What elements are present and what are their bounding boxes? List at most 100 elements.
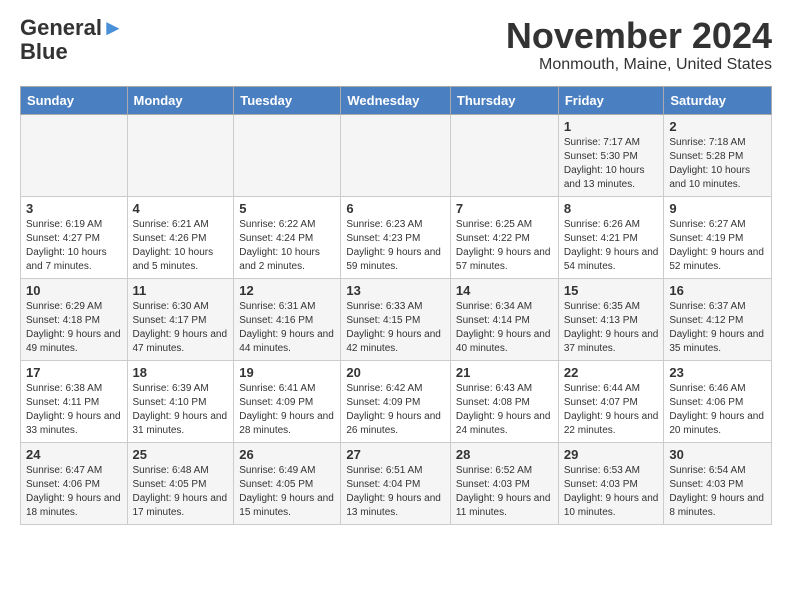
cell-detail: Sunrise: 6:47 AM Sunset: 4:06 PM Dayligh… (26, 464, 122, 520)
cell-detail: Sunrise: 6:19 AM Sunset: 4:27 PM Dayligh… (26, 218, 122, 274)
calendar-cell: 2 Sunrise: 7:18 AM Sunset: 5:28 PM Daylig… (664, 114, 772, 196)
cell-day-number: 3 (26, 201, 122, 216)
calendar-cell: 13Sunrise: 6:33 AM Sunset: 4:15 PM Dayli… (341, 278, 451, 360)
cell-day-number: 14 (456, 283, 553, 298)
cell-day-number: 9 (669, 201, 766, 216)
cell-day-number: 8 (564, 201, 659, 216)
cell-detail: Sunrise: 6:49 AM Sunset: 4:05 PM Dayligh… (239, 464, 335, 520)
calendar-cell: 29Sunrise: 6:53 AM Sunset: 4:03 PM Dayli… (558, 442, 664, 524)
cell-day-number: 19 (239, 365, 335, 380)
calendar-cell: 28Sunrise: 6:52 AM Sunset: 4:03 PM Dayli… (450, 442, 558, 524)
page-subtitle: Monmouth, Maine, United States (506, 56, 772, 74)
calendar-cell (234, 114, 341, 196)
page-header: General► Blue November 2024 Monmouth, Ma… (20, 16, 772, 74)
calendar-cell: 11 Sunrise: 6:30 AM Sunset: 4:17 PM Dayli… (127, 278, 234, 360)
cell-detail: Sunrise: 6:37 AM Sunset: 4:12 PM Dayligh… (669, 300, 766, 356)
calendar-day-header: Friday (558, 86, 664, 114)
cell-day-number: 4 (133, 201, 229, 216)
cell-detail: Sunrise: 7:17 AM Sunset: 5:30 PM Dayligh… (564, 136, 659, 192)
calendar-week-row: 1 Sunrise: 7:17 AM Sunset: 5:30 PM Daylig… (21, 114, 772, 196)
cell-detail: Sunrise: 6:41 AM Sunset: 4:09 PM Dayligh… (239, 382, 335, 438)
cell-detail: Sunrise: 6:52 AM Sunset: 4:03 PM Dayligh… (456, 464, 553, 520)
calendar-cell (450, 114, 558, 196)
cell-detail: Sunrise: 6:25 AM Sunset: 4:22 PM Dayligh… (456, 218, 553, 274)
calendar-day-header: Sunday (21, 86, 128, 114)
cell-detail: Sunrise: 6:31 AM Sunset: 4:16 PM Dayligh… (239, 300, 335, 356)
cell-day-number: 25 (133, 447, 229, 462)
calendar-cell: 16 Sunrise: 6:37 AM Sunset: 4:12 PM Dayli… (664, 278, 772, 360)
cell-detail: Sunrise: 6:29 AM Sunset: 4:18 PM Dayligh… (26, 300, 122, 356)
calendar-cell: 24 Sunrise: 6:47 AM Sunset: 4:06 PM Dayli… (21, 442, 128, 524)
cell-day-number: 13 (346, 283, 445, 298)
cell-day-number: 23 (669, 365, 766, 380)
calendar-week-row: 24 Sunrise: 6:47 AM Sunset: 4:06 PM Dayli… (21, 442, 772, 524)
calendar-week-row: 10 Sunrise: 6:29 AM Sunset: 4:18 PM Dayli… (21, 278, 772, 360)
calendar-cell: 5 Sunrise: 6:22 AM Sunset: 4:24 PM Daylig… (234, 196, 341, 278)
calendar-cell: 15 Sunrise: 6:35 AM Sunset: 4:13 PM Dayli… (558, 278, 664, 360)
calendar-header: SundayMondayTuesdayWednesdayThursdayFrid… (21, 86, 772, 114)
calendar-cell: 21 Sunrise: 6:43 AM Sunset: 4:08 PM Dayli… (450, 360, 558, 442)
calendar-cell: 4 Sunrise: 6:21 AM Sunset: 4:26 PM Daylig… (127, 196, 234, 278)
cell-detail: Sunrise: 6:23 AM Sunset: 4:23 PM Dayligh… (346, 218, 445, 274)
logo-blue-text: Blue (20, 40, 68, 64)
calendar-cell: 27Sunrise: 6:51 AM Sunset: 4:04 PM Dayli… (341, 442, 451, 524)
calendar-week-row: 3 Sunrise: 6:19 AM Sunset: 4:27 PM Daylig… (21, 196, 772, 278)
calendar-cell (341, 114, 451, 196)
cell-detail: Sunrise: 6:54 AM Sunset: 4:03 PM Dayligh… (669, 464, 766, 520)
cell-day-number: 2 (669, 119, 766, 134)
cell-day-number: 29 (564, 447, 659, 462)
calendar-cell: 9Sunrise: 6:27 AM Sunset: 4:19 PM Daylig… (664, 196, 772, 278)
calendar-cell: 19 Sunrise: 6:41 AM Sunset: 4:09 PM Dayli… (234, 360, 341, 442)
cell-day-number: 21 (456, 365, 553, 380)
calendar-cell: 3 Sunrise: 6:19 AM Sunset: 4:27 PM Daylig… (21, 196, 128, 278)
cell-day-number: 17 (26, 365, 122, 380)
calendar-cell: 14 Sunrise: 6:34 AM Sunset: 4:14 PM Dayli… (450, 278, 558, 360)
calendar-cell: 7 Sunrise: 6:25 AM Sunset: 4:22 PM Daylig… (450, 196, 558, 278)
cell-detail: Sunrise: 6:34 AM Sunset: 4:14 PM Dayligh… (456, 300, 553, 356)
cell-day-number: 6 (346, 201, 445, 216)
calendar-cell: 6 Sunrise: 6:23 AM Sunset: 4:23 PM Daylig… (341, 196, 451, 278)
cell-detail: Sunrise: 7:18 AM Sunset: 5:28 PM Dayligh… (669, 136, 766, 192)
logo-text: General► (20, 16, 124, 40)
title-block: November 2024 Monmouth, Maine, United St… (506, 16, 772, 74)
cell-detail: Sunrise: 6:21 AM Sunset: 4:26 PM Dayligh… (133, 218, 229, 274)
calendar-cell: 23 Sunrise: 6:46 AM Sunset: 4:06 PM Dayli… (664, 360, 772, 442)
cell-day-number: 16 (669, 283, 766, 298)
calendar-cell (21, 114, 128, 196)
cell-day-number: 7 (456, 201, 553, 216)
calendar-cell: 8 Sunrise: 6:26 AM Sunset: 4:21 PM Daylig… (558, 196, 664, 278)
cell-day-number: 11 (133, 283, 229, 298)
cell-detail: Sunrise: 6:30 AM Sunset: 4:17 PM Dayligh… (133, 300, 229, 356)
cell-day-number: 20 (346, 365, 445, 380)
cell-detail: Sunrise: 6:42 AM Sunset: 4:09 PM Dayligh… (346, 382, 445, 438)
cell-detail: Sunrise: 6:46 AM Sunset: 4:06 PM Dayligh… (669, 382, 766, 438)
cell-day-number: 24 (26, 447, 122, 462)
calendar-cell (127, 114, 234, 196)
cell-detail: Sunrise: 6:38 AM Sunset: 4:11 PM Dayligh… (26, 382, 122, 438)
cell-day-number: 1 (564, 119, 659, 134)
logo: General► Blue (20, 16, 124, 64)
cell-day-number: 22 (564, 365, 659, 380)
cell-detail: Sunrise: 6:35 AM Sunset: 4:13 PM Dayligh… (564, 300, 659, 356)
cell-detail: Sunrise: 6:22 AM Sunset: 4:24 PM Dayligh… (239, 218, 335, 274)
calendar-day-header: Wednesday (341, 86, 451, 114)
cell-day-number: 10 (26, 283, 122, 298)
calendar-week-row: 17 Sunrise: 6:38 AM Sunset: 4:11 PM Dayli… (21, 360, 772, 442)
calendar-day-header: Monday (127, 86, 234, 114)
calendar-day-header: Saturday (664, 86, 772, 114)
calendar-body: 1 Sunrise: 7:17 AM Sunset: 5:30 PM Daylig… (21, 114, 772, 524)
calendar-cell: 12Sunrise: 6:31 AM Sunset: 4:16 PM Dayli… (234, 278, 341, 360)
calendar-cell: 30Sunrise: 6:54 AM Sunset: 4:03 PM Dayli… (664, 442, 772, 524)
cell-day-number: 5 (239, 201, 335, 216)
cell-detail: Sunrise: 6:43 AM Sunset: 4:08 PM Dayligh… (456, 382, 553, 438)
calendar-cell: 17 Sunrise: 6:38 AM Sunset: 4:11 PM Dayli… (21, 360, 128, 442)
calendar-cell: 18Sunrise: 6:39 AM Sunset: 4:10 PM Dayli… (127, 360, 234, 442)
calendar-cell: 20 Sunrise: 6:42 AM Sunset: 4:09 PM Dayli… (341, 360, 451, 442)
calendar-header-row: SundayMondayTuesdayWednesdayThursdayFrid… (21, 86, 772, 114)
calendar-cell: 22 Sunrise: 6:44 AM Sunset: 4:07 PM Dayli… (558, 360, 664, 442)
calendar-cell: 25Sunrise: 6:48 AM Sunset: 4:05 PM Dayli… (127, 442, 234, 524)
cell-detail: Sunrise: 6:26 AM Sunset: 4:21 PM Dayligh… (564, 218, 659, 274)
calendar-day-header: Thursday (450, 86, 558, 114)
cell-detail: Sunrise: 6:44 AM Sunset: 4:07 PM Dayligh… (564, 382, 659, 438)
cell-day-number: 15 (564, 283, 659, 298)
